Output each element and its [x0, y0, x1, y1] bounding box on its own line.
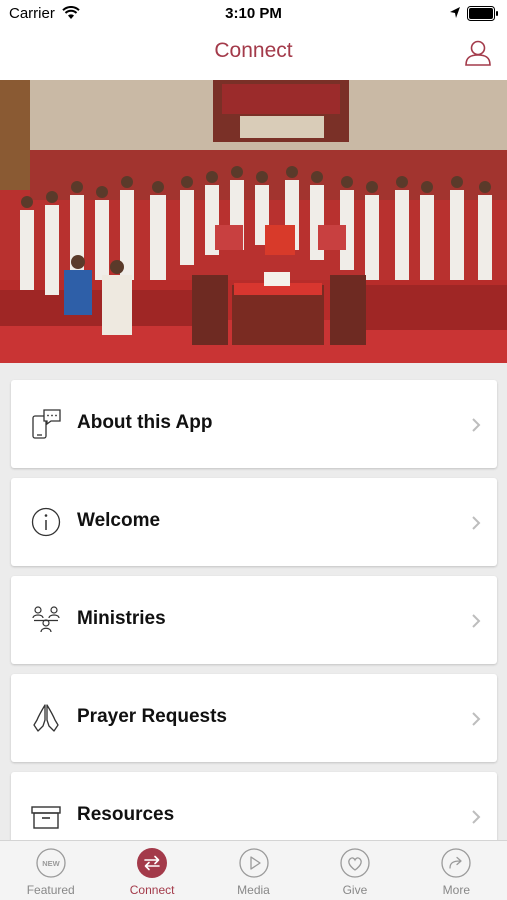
chevron-right-icon	[472, 712, 481, 726]
tab-bar: NEW Featured Connect Media Give More	[0, 840, 507, 900]
menu-item-label: About this App	[77, 412, 213, 433]
tab-label: More	[442, 883, 470, 897]
info-icon	[31, 507, 61, 537]
people-group-icon	[32, 606, 60, 633]
congregation-photo	[0, 80, 507, 363]
tab-label: Featured	[26, 883, 75, 897]
menu-item-label: Welcome	[77, 510, 161, 531]
heart-icon	[340, 848, 370, 878]
chevron-right-icon	[472, 614, 481, 628]
location-arrow-icon	[450, 7, 460, 18]
menu-item-welcome[interactable]: Welcome	[11, 478, 497, 566]
tab-media[interactable]: Media	[203, 841, 304, 900]
tab-connect[interactable]: Connect	[101, 841, 202, 900]
menu-item-ministries[interactable]: Ministries	[11, 576, 497, 664]
phone-chat-icon	[32, 409, 61, 439]
battery-icon	[467, 6, 498, 21]
tab-featured[interactable]: NEW Featured	[0, 841, 101, 900]
page-title: Connect	[214, 39, 293, 62]
tab-label: Give	[342, 883, 368, 897]
menu-item-label: Ministries	[77, 608, 166, 629]
menu-item-label: Resources	[77, 804, 175, 825]
svg-text:NEW: NEW	[42, 859, 60, 868]
archive-box-icon	[31, 806, 61, 829]
tab-label: Media	[237, 883, 270, 897]
exchange-arrows-icon	[137, 848, 168, 878]
tab-label: Connect	[129, 883, 175, 897]
menu-list: About this App Welcome Ministries Prayer…	[11, 380, 497, 870]
chevron-right-icon	[472, 810, 481, 824]
person-icon[interactable]	[463, 38, 493, 68]
hero-image	[0, 80, 507, 363]
play-icon	[238, 848, 269, 878]
menu-item-about-this-app[interactable]: About this App	[11, 380, 497, 468]
menu-item-label: Prayer Requests	[77, 706, 227, 727]
tab-more[interactable]: More	[406, 841, 507, 900]
navigation-bar: Connect	[0, 28, 507, 80]
share-arrow-icon	[441, 848, 471, 878]
new-badge-icon: NEW	[36, 848, 66, 878]
praying-hands-icon	[33, 704, 59, 732]
chevron-right-icon	[472, 418, 481, 432]
menu-item-prayer-requests[interactable]: Prayer Requests	[11, 674, 497, 762]
clock: 3:10 PM	[225, 5, 282, 22]
tab-give[interactable]: Give	[304, 841, 405, 900]
status-bar: Carrier 3:10 PM	[0, 0, 507, 28]
chevron-right-icon	[472, 516, 481, 530]
